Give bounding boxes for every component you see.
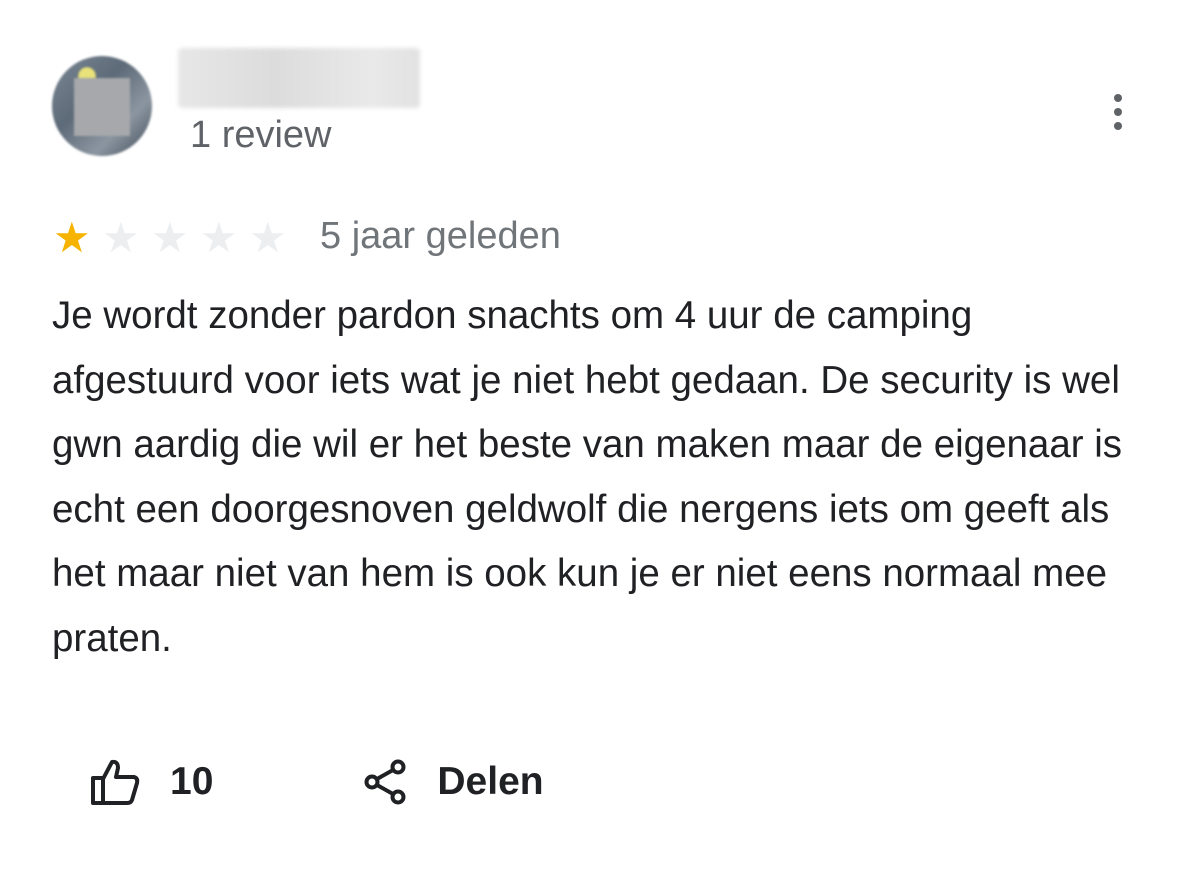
avatar-blur-overlay — [74, 78, 130, 136]
like-count: 10 — [170, 760, 214, 803]
review-text: Je wordt zonder pardon snachts om 4 uur … — [52, 294, 1123, 660]
like-button[interactable]: 10 — [90, 758, 213, 806]
share-label: Delen — [437, 760, 544, 803]
star-empty-icon: ★ — [151, 214, 189, 261]
share-icon — [363, 759, 407, 805]
more-vert-icon — [1114, 94, 1122, 102]
star-filled-icon: ★ — [53, 214, 91, 261]
share-button[interactable]: Delen — [363, 759, 544, 805]
thumbs-up-icon — [90, 758, 140, 806]
review-actions: 10 Delen — [90, 758, 544, 806]
reviewer-name-redacted[interactable] — [178, 48, 420, 108]
reviewer-avatar[interactable] — [52, 56, 152, 156]
star-empty-icon: ★ — [200, 214, 238, 261]
more-options-button[interactable] — [1100, 90, 1136, 134]
reviewer-review-count: 1 review — [190, 114, 332, 156]
review-date: 5 jaar geleden — [320, 215, 561, 257]
star-rating: ★ ★ ★ ★ ★ — [53, 217, 298, 259]
star-empty-icon: ★ — [249, 214, 287, 261]
star-empty-icon: ★ — [102, 214, 140, 261]
